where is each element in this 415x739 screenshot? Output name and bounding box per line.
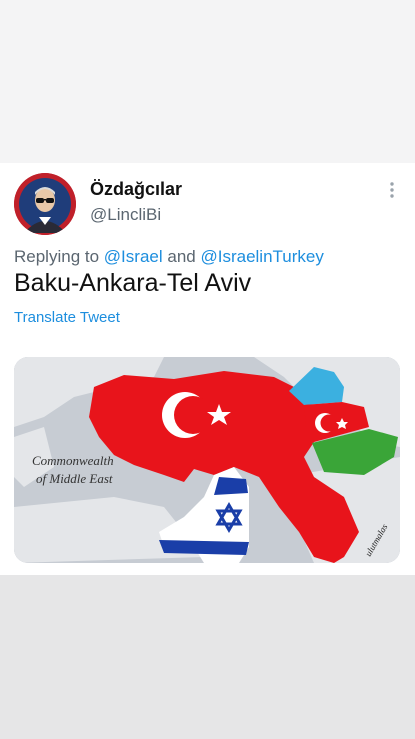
reply-prefix: Replying to [14,247,100,266]
replying-to-line: Replying to @Israel and @IsraelinTurkey [14,247,324,267]
tweet-image[interactable]: Commonwealth of Middle East ulutmalas [14,357,400,563]
tweet-card[interactable]: Özdağcılar @LincliBi Replying to @Israel… [0,163,415,575]
azer-crescent-inner [320,414,338,432]
map-caption-line1: Commonwealth [32,453,114,468]
mention-israelinturkey[interactable]: @IsraelinTurkey [200,247,323,266]
user-avatar[interactable] [14,173,76,235]
top-blank-area [0,0,415,163]
translate-tweet-link[interactable]: Translate Tweet [14,309,120,326]
mention-israel[interactable]: @Israel [104,247,163,266]
user-handle[interactable]: @LincliBi [90,205,161,225]
bottom-blank-area [0,575,415,739]
display-name[interactable]: Özdağcılar [90,179,182,200]
israel-top-stripe [214,477,248,495]
map-caption-line2: of Middle East [36,471,113,486]
vertical-ellipsis-icon[interactable] [384,179,400,201]
crescent-inner [174,396,212,434]
tweet-text: Baku-Ankara-Tel Aviv [14,269,252,297]
reply-and: and [167,247,196,266]
israel-bottom-stripe [159,540,249,555]
